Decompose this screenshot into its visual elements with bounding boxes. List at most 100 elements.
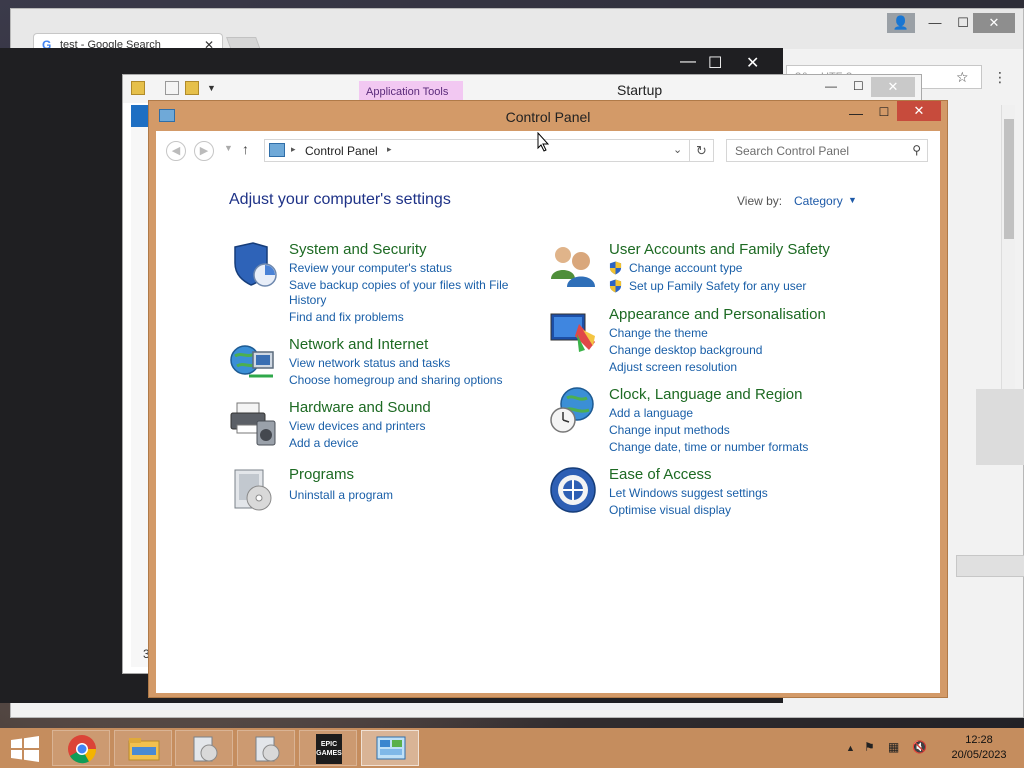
category-title[interactable]: Clock, Language and Region xyxy=(609,386,802,403)
link-homegroup[interactable]: Choose homegroup and sharing options xyxy=(289,373,502,387)
chevron-down-icon[interactable]: ▼ xyxy=(848,195,857,205)
programs-icon xyxy=(234,469,272,511)
startup-title: Startup xyxy=(617,82,663,98)
link-family-safety[interactable]: Set up Family Safety for any user xyxy=(629,279,806,293)
shield-icon xyxy=(234,242,277,287)
link-input-methods[interactable]: Change input methods xyxy=(609,423,730,437)
taskbar-epic-games[interactable]: EPIC GAMES xyxy=(299,730,357,766)
control-panel-title-bar: Control Panel — ☐ ✕ xyxy=(149,101,947,131)
minimize-button[interactable]: — xyxy=(921,13,949,33)
window-title: Control Panel xyxy=(505,109,591,125)
startup-title-bar: ▼ Application Tools Startup — ☐ ✕ xyxy=(123,75,921,105)
link-add-device[interactable]: Add a device xyxy=(289,436,358,450)
category-title[interactable]: Programs xyxy=(289,466,354,483)
minimize-button[interactable]: — xyxy=(680,53,696,71)
link-desktop-background[interactable]: Change desktop background xyxy=(609,343,762,357)
profile-button[interactable]: 👤 xyxy=(887,13,915,33)
link-change-theme[interactable]: Change the theme xyxy=(609,326,708,340)
bookmark-star-icon[interactable]: ☆ xyxy=(956,69,969,86)
link-add-language[interactable]: Add a language xyxy=(609,406,693,420)
category-title[interactable]: Hardware and Sound xyxy=(289,399,431,416)
chrome-icon xyxy=(68,735,97,764)
system-clock[interactable]: 12:28 20/05/2023 xyxy=(944,733,1014,763)
category-title[interactable]: Ease of Access xyxy=(609,466,712,483)
link-optimise-display[interactable]: Optimise visual display xyxy=(609,503,731,517)
action-center-flag-icon[interactable]: ⚑ xyxy=(864,740,875,754)
view-by-dropdown[interactable]: Category xyxy=(794,194,843,208)
search-icon[interactable]: ⚲ xyxy=(912,143,921,157)
breadcrumb-control-panel[interactable]: Control Panel xyxy=(305,144,378,158)
minimize-button[interactable]: — xyxy=(825,79,837,93)
chrome-menu-icon[interactable]: ⋮ xyxy=(993,69,1007,86)
epic-games-icon: EPIC GAMES xyxy=(316,734,342,764)
link-network-status[interactable]: View network status and tasks xyxy=(289,356,450,370)
mouse-cursor-icon xyxy=(537,132,549,152)
category-title[interactable]: System and Security xyxy=(289,241,427,258)
chevron-right-icon[interactable]: ▸ xyxy=(387,144,392,155)
link-screen-resolution[interactable]: Adjust screen resolution xyxy=(609,360,737,374)
chevron-right-icon[interactable]: ▸ xyxy=(291,144,296,155)
link-change-account-type[interactable]: Change account type xyxy=(629,261,742,275)
clock-globe-icon xyxy=(550,387,594,433)
folder-icon xyxy=(131,81,145,95)
new-folder-icon[interactable] xyxy=(185,81,199,95)
control-panel-window[interactable]: Control Panel — ☐ ✕ ◀ ▶ ▼ ↑ ▸ Control Pa… xyxy=(148,100,948,698)
control-panel-body: ◀ ▶ ▼ ↑ ▸ Control Panel ▸ ⌄ ↻ Search Con… xyxy=(156,131,940,693)
clock-date: 20/05/2023 xyxy=(951,749,1007,761)
taskbar-app-2[interactable] xyxy=(237,730,295,766)
taskbar: EPIC GAMES ▲ ⚑ ▦ 🔇 12:28 20/05/2023 xyxy=(0,728,1024,768)
close-button[interactable]: ✕ xyxy=(746,53,759,73)
search-input[interactable]: Search Control Panel ⚲ xyxy=(726,139,928,162)
taskbar-file-explorer[interactable] xyxy=(114,730,172,766)
clock-time: 12:28 xyxy=(965,734,993,746)
scrollbar-thumb[interactable] xyxy=(1004,119,1014,239)
taskbar-control-panel[interactable] xyxy=(361,730,419,766)
maximize-button[interactable]: ☐ xyxy=(708,53,722,73)
control-panel-icon xyxy=(269,143,285,157)
category-title[interactable]: Appearance and Personalisation xyxy=(609,306,826,323)
close-button[interactable]: ✕ xyxy=(871,77,915,97)
address-dropdown-icon[interactable]: ⌄ xyxy=(673,143,682,156)
link-suggest-settings[interactable]: Let Windows suggest settings xyxy=(609,486,768,500)
link-find-fix[interactable]: Find and fix problems xyxy=(289,310,404,324)
link-save-backup[interactable]: Save backup copies of your files with Fi… xyxy=(289,278,508,292)
page-heading: Adjust your computer's settings xyxy=(229,191,451,208)
quick-access-dropdown-icon[interactable]: ▼ xyxy=(207,83,216,93)
recent-locations-icon[interactable]: ▼ xyxy=(224,143,233,153)
search-placeholder: Search Control Panel xyxy=(735,144,850,158)
link-review-status[interactable]: Review your computer's status xyxy=(289,261,452,275)
close-button[interactable]: ✕ xyxy=(897,101,941,121)
address-bar[interactable]: ▸ Control Panel ▸ ⌄ xyxy=(264,139,690,162)
forward-button[interactable]: ▶ xyxy=(194,141,214,161)
category-title[interactable]: User Accounts and Family Safety xyxy=(609,241,830,258)
volume-muted-icon[interactable]: 🔇 xyxy=(912,740,927,754)
properties-icon[interactable] xyxy=(165,81,179,95)
control-panel-icon xyxy=(376,736,406,760)
users-icon xyxy=(551,247,595,287)
maximize-button[interactable]: ☐ xyxy=(853,79,864,93)
taskbar-chrome[interactable] xyxy=(52,730,110,766)
ease-of-access-icon xyxy=(550,467,596,513)
link-save-backup-cont[interactable]: History xyxy=(289,293,326,307)
link-date-time-formats[interactable]: Change date, time or number formats xyxy=(609,440,808,454)
network-icon xyxy=(230,345,274,378)
up-arrow-icon[interactable]: ↑ xyxy=(242,141,249,157)
uac-shield-icon xyxy=(609,279,622,293)
refresh-icon[interactable]: ↻ xyxy=(690,139,714,162)
tray-overflow-icon[interactable]: ▲ xyxy=(846,743,855,753)
folder-icon xyxy=(128,738,160,761)
close-button[interactable]: ✕ xyxy=(973,13,1015,33)
printer-icon xyxy=(230,402,276,446)
category-title[interactable]: Network and Internet xyxy=(289,336,428,353)
minimize-button[interactable]: — xyxy=(845,105,867,121)
link-uninstall-program[interactable]: Uninstall a program xyxy=(289,488,393,502)
page-panel xyxy=(976,389,1024,465)
page-bar xyxy=(956,555,1024,577)
back-button[interactable]: ◀ xyxy=(166,141,186,161)
maximize-button[interactable]: ☐ xyxy=(873,105,895,119)
windows-start-icon[interactable] xyxy=(10,736,40,762)
taskbar-app-1[interactable] xyxy=(175,730,233,766)
network-tray-icon[interactable]: ▦ xyxy=(888,740,899,754)
link-devices-printers[interactable]: View devices and printers xyxy=(289,419,426,433)
scrollbar[interactable] xyxy=(1001,105,1015,395)
